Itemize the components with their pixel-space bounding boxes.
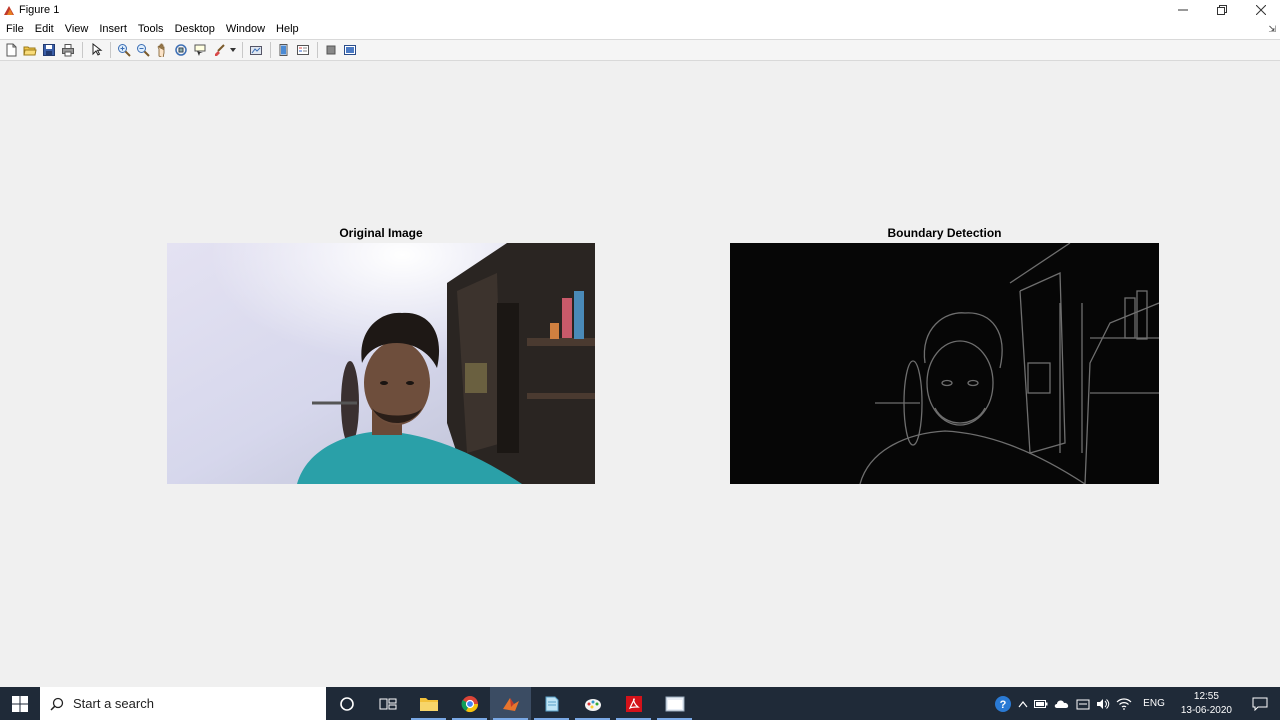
toolbar-separator [317,42,318,58]
window-title: Figure 1 [19,4,60,16]
help-icon[interactable]: ? [991,687,1015,720]
pointer-icon[interactable] [87,41,105,59]
new-figure-icon[interactable] [2,41,20,59]
chrome-icon[interactable] [449,687,490,720]
menu-desktop[interactable]: Desktop [170,20,221,39]
windows-logo-icon [12,695,28,712]
volume-icon[interactable] [1093,687,1113,720]
brush-icon[interactable] [210,41,228,59]
file-explorer-icon[interactable] [408,687,449,720]
clock-time: 12:55 [1193,690,1219,702]
figure-canvas: Original Image Boundary Detection [0,62,1280,687]
system-tray: ? ENG 12:55 13-06-2020 [991,687,1280,720]
minimize-icon [1177,9,1188,11]
rotate-3d-icon[interactable] [172,41,190,59]
windows-taskbar: Start a search ? ENG 12:55 13-06-2020 [0,687,1280,720]
menu-insert[interactable]: Insert [94,20,133,39]
print-icon[interactable] [59,41,77,59]
restore-icon [1216,5,1227,15]
wifi-icon[interactable] [1113,687,1135,720]
battery-icon[interactable] [1031,687,1051,720]
security-icon[interactable] [1073,687,1093,720]
close-button[interactable] [1241,0,1280,20]
restore-button[interactable] [1202,0,1241,20]
zoom-out-icon[interactable] [134,41,152,59]
colorbar-icon[interactable] [275,41,293,59]
notepad-icon[interactable] [531,687,572,720]
toolbar-separator [270,42,271,58]
matlab-app-icon [3,4,15,16]
boundary-image [730,243,1159,484]
toolbar-separator [110,42,111,58]
legend-icon[interactable] [294,41,312,59]
task-view-icon[interactable] [367,687,408,720]
menu-window[interactable]: Window [221,20,271,39]
svg-text:?: ? [1000,699,1007,711]
taskbar-search-box[interactable]: Start a search [40,687,326,720]
pan-icon[interactable] [153,41,171,59]
menu-file[interactable]: File [1,20,30,39]
show-plot-tools-icon[interactable] [341,41,359,59]
figure-window-icon[interactable] [654,687,695,720]
language-indicator[interactable]: ENG [1135,687,1173,720]
original-image [167,243,595,484]
search-placeholder: Start a search [73,696,154,711]
menu-edit[interactable]: Edit [30,20,60,39]
hide-plot-tools-icon[interactable] [322,41,340,59]
menu-help[interactable]: Help [271,20,305,39]
dock-arrow-icon[interactable]: ⇲ [1268,24,1276,35]
brush-dropdown-icon[interactable] [229,41,237,59]
open-file-icon[interactable] [21,41,39,59]
toolbar-separator [82,42,83,58]
data-cursor-icon[interactable] [191,41,209,59]
matlab-icon[interactable] [490,687,531,720]
figure-toolbar [0,39,1280,61]
minimize-button[interactable] [1163,0,1202,20]
action-center-icon[interactable] [1240,687,1280,720]
axes-title-boundary: Boundary Detection [887,226,1002,240]
start-button[interactable] [0,687,40,720]
link-plot-icon[interactable] [247,41,265,59]
cortana-icon[interactable] [326,687,367,720]
save-icon[interactable] [40,41,58,59]
zoom-in-icon[interactable] [115,41,133,59]
menu-bar: File Edit View Insert Tools Desktop Wind… [0,20,1280,39]
show-hidden-icons-icon[interactable] [1015,687,1031,720]
axes-title-original: Original Image [339,226,423,240]
search-icon [50,697,64,711]
menu-tools[interactable]: Tools [133,20,170,39]
acrobat-icon[interactable] [613,687,654,720]
close-icon [1255,5,1266,15]
title-bar: Figure 1 [0,0,1280,20]
clock-date: 13-06-2020 [1180,704,1232,716]
menu-view[interactable]: View [60,20,95,39]
clock[interactable]: 12:55 13-06-2020 [1173,687,1240,720]
paint-icon[interactable] [572,687,613,720]
onedrive-icon[interactable] [1051,687,1073,720]
toolbar-separator [242,42,243,58]
